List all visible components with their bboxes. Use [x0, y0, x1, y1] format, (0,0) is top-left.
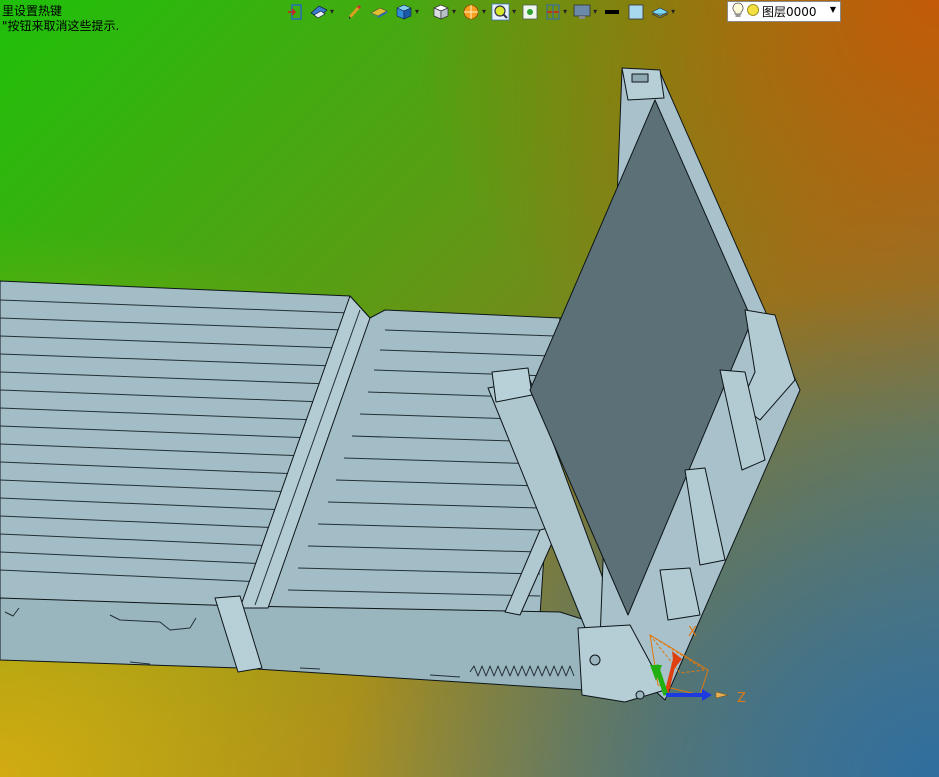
fill-color-icon [628, 4, 644, 20]
zoom-icon [491, 3, 510, 21]
layer-tool-button[interactable]: ▾ [648, 1, 677, 23]
axis-z-label: Z [737, 691, 746, 706]
view-toolbar: ▾ ▾ ▾ ▾ ▾ ▾ ▾ ▾ [284, 0, 677, 24]
display-button[interactable]: ▾ [570, 1, 599, 23]
layer-name: 图层0000 [762, 5, 817, 19]
line-color-button[interactable] [600, 1, 624, 23]
chevron-down-icon[interactable]: ▼ [830, 5, 836, 14]
view-cube-icon [433, 4, 449, 20]
display-icon [573, 4, 591, 19]
layer-tool-icon [651, 7, 669, 19]
pencil-button[interactable] [344, 1, 366, 23]
exit-sketch-button[interactable] [284, 1, 306, 23]
exit-sketch-icon [288, 4, 302, 20]
container-floor-model [0, 67, 801, 703]
plane-button[interactable] [367, 1, 391, 23]
section-button[interactable]: ▾ [542, 1, 569, 23]
hotkey-hint-line-1: 里设置热键 [2, 4, 63, 18]
section-icon [546, 4, 560, 20]
3d-viewport[interactable]: X Z [0, 0, 939, 777]
top-casting-slot [631, 73, 649, 83]
corner-bolt [589, 654, 601, 666]
fit-view-button[interactable] [519, 1, 541, 23]
plane-icon [370, 7, 388, 18]
lightbulb-icon[interactable] [732, 2, 744, 21]
solid-box-icon [396, 4, 412, 20]
zoom-button[interactable]: ▾ [489, 1, 518, 23]
fill-color-button[interactable] [625, 1, 647, 23]
axis-x-label: X [688, 625, 697, 640]
layer-select[interactable]: 图层0000 ▼ [727, 1, 841, 22]
view-cube-button[interactable]: ▾ [429, 1, 458, 23]
fit-view-icon [522, 4, 538, 20]
render-style-icon [463, 4, 479, 20]
line-color-icon [605, 10, 620, 14]
layer-visible-icon[interactable] [746, 3, 760, 20]
view-orient-icon [310, 5, 328, 19]
top-corner-casting [621, 67, 665, 101]
solid-box-button[interactable]: ▾ [392, 1, 421, 23]
render-style-button[interactable]: ▾ [459, 1, 488, 23]
pencil-icon [348, 4, 362, 19]
hotkey-hint-line-2: "按钮来取消这些提示. [2, 19, 120, 33]
view-orient-button[interactable]: ▾ [307, 1, 336, 23]
